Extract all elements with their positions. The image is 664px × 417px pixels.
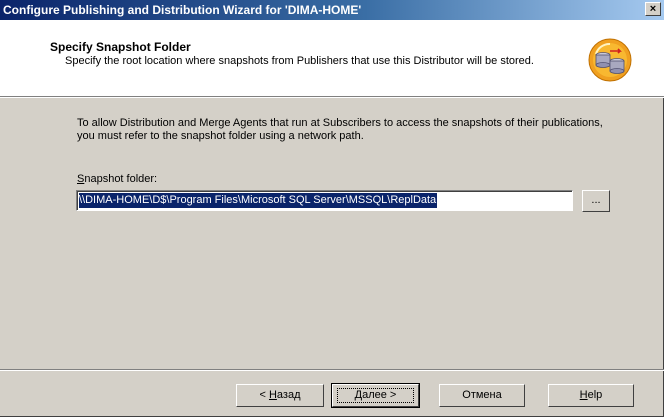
window-title: Configure Publishing and Distribution Wi… [3, 3, 362, 17]
cancel-button[interactable]: Отмена [439, 384, 525, 407]
next-button[interactable]: Далее > [331, 383, 420, 408]
page-title: Specify Snapshot Folder [50, 40, 191, 54]
help-button[interactable]: Help [548, 384, 634, 407]
help-label-accel: H [579, 389, 588, 401]
back-label-rest: азад [276, 389, 301, 401]
close-button[interactable]: × [645, 2, 661, 16]
title-bar[interactable]: Configure Publishing and Distribution Wi… [0, 0, 664, 20]
snapshot-label-text: napshot folder: [84, 173, 158, 185]
snapshot-folder-label: Snapshot folder: [77, 173, 157, 185]
close-icon: × [649, 3, 657, 15]
focus-rect [337, 388, 414, 403]
snapshot-folder-input[interactable]: \\DIMA-HOME\D$\Program Files\Microsoft S… [76, 190, 573, 211]
wizard-header: Specify Snapshot Folder Specify the root… [0, 20, 664, 97]
page-description: Specify the root location where snapshot… [65, 55, 534, 67]
help-label-rest: elp [587, 389, 603, 401]
back-label-prefix: < [259, 389, 269, 401]
browse-button[interactable]: ... [582, 190, 610, 212]
footer-divider-highlight [0, 370, 664, 371]
back-button[interactable]: < Назад [236, 384, 324, 407]
back-label-accel: Н [268, 389, 277, 401]
snapshot-folder-value: \\DIMA-HOME\D$\Program Files\Microsoft S… [79, 193, 438, 208]
header-divider [0, 97, 664, 98]
wizard-window: Configure Publishing and Distribution Wi… [0, 0, 664, 417]
database-replication-icon [588, 38, 632, 82]
info-text: To allow Distribution and Merge Agents t… [77, 117, 603, 142]
